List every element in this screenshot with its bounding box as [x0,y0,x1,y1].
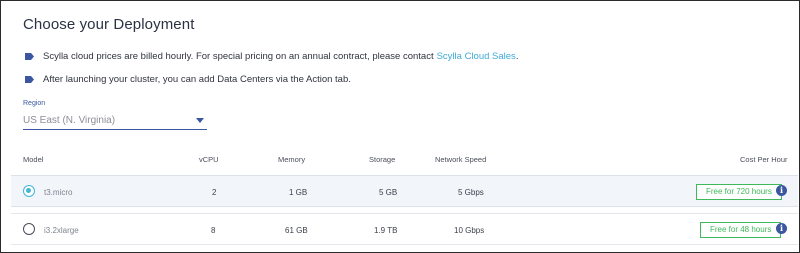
memory-value: 1 GB [289,188,308,197]
column-header-vcpu: vCPU [199,155,219,164]
page-title: Choose your Deployment [23,16,195,33]
vcpu-value: 2 [212,188,217,197]
column-header-cost-per-hour: Cost Per Hour [740,155,788,164]
storage-value: 5 GB [379,188,398,197]
tag-icon [25,53,34,60]
network-value: 10 Gbps [454,226,485,235]
vcpu-value: 8 [211,226,216,235]
column-header-storage: Storage [369,155,396,164]
region-label: Region [23,100,46,107]
storage-value: 1.9 TB [374,226,398,235]
model-name: t3.micro [44,188,73,197]
column-header-network-speed: Network Speed [435,155,487,164]
radio-selected[interactable] [23,185,35,197]
datacenter-note: After launching your cluster, you can ad… [25,74,351,85]
model-name: i3.2xlarge [44,226,79,235]
table-header: Model vCPU Memory Storage Network Speed … [1,151,799,167]
cost-badge: Free for 48 hours [700,222,782,238]
region-select[interactable]: US East (N. Virginia) [23,111,207,130]
cost-badge: Free for 720 hours [696,184,782,200]
tag-icon [25,76,34,83]
scylla-cloud-sales-link[interactable]: Scylla Cloud Sales [437,51,516,62]
info-icon[interactable]: i [776,185,787,196]
caret-down-icon [196,117,204,123]
billing-note-text: Scylla cloud prices are billed hourly. F… [43,51,434,62]
billing-note-suffix: . [515,51,519,62]
radio-unselected[interactable] [23,223,35,235]
info-icon[interactable]: i [776,223,787,234]
column-header-memory: Memory [278,155,306,164]
table-row[interactable]: t3.micro 2 1 GB 5 GB 5 Gbps Free for 720… [11,175,798,207]
billing-note: Scylla cloud prices are billed hourly. F… [25,51,518,62]
column-header-model: Model [23,155,44,164]
region-value: US East (N. Virginia) [23,114,116,126]
table-row[interactable]: i3.2xlarge 8 61 GB 1.9 TB 10 Gbps Free f… [11,213,798,245]
memory-value: 61 GB [285,226,308,235]
deployment-panel: Choose your Deployment Scylla cloud pric… [0,0,800,253]
datacenter-note-text: After launching your cluster, you can ad… [43,74,351,85]
network-value: 5 Gbps [458,188,484,197]
